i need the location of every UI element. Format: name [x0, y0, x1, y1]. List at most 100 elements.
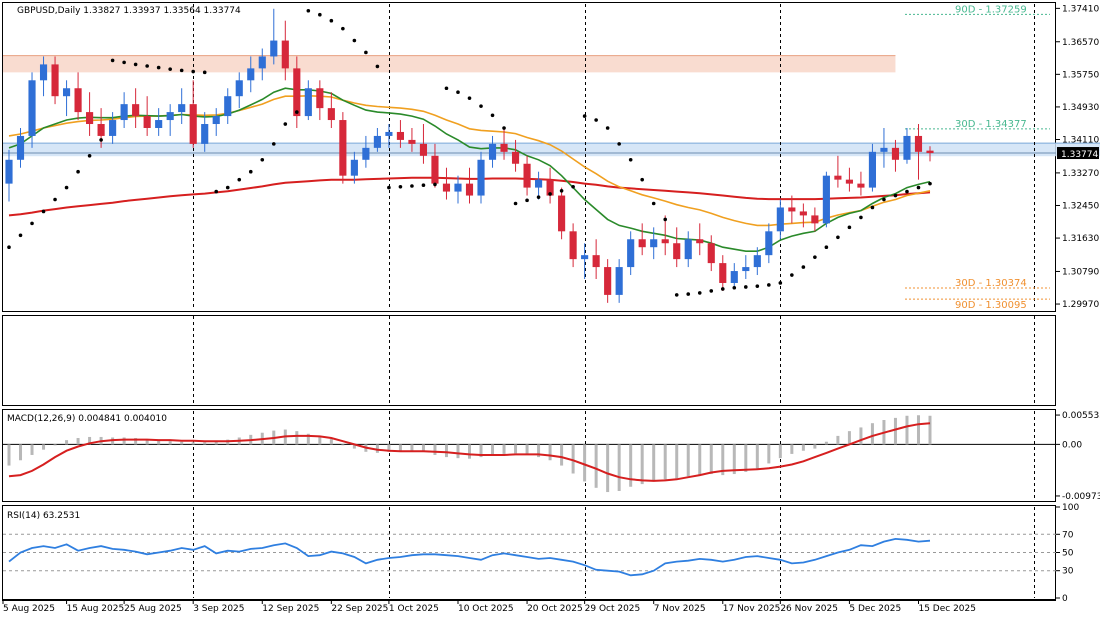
psar-dot — [421, 183, 426, 188]
macd-tick-label: -0.009737 — [1062, 492, 1100, 502]
bull-candle — [5, 159, 13, 184]
bear-candle — [74, 88, 82, 113]
macd-title: MACD(12,26,9) 0.004841 0.004010 — [7, 414, 167, 424]
macd-histogram-bar — [433, 444, 437, 455]
symbol-ohlc-label: GBPUSD,Daily 1.33827 1.33937 1.33564 1.3… — [17, 6, 241, 16]
macd-histogram-bar — [491, 444, 495, 455]
psar-dot — [225, 185, 230, 190]
bear-candle — [857, 183, 865, 188]
macd-histogram-bar — [468, 444, 471, 459]
bear-candle — [891, 147, 900, 160]
psar-dot — [801, 265, 806, 269]
psar-dot — [110, 58, 115, 63]
psar-dot — [202, 70, 207, 75]
psar-dot — [364, 50, 368, 55]
psar-dot — [306, 8, 311, 13]
price-tick-label: 1.34930 — [1062, 103, 1099, 113]
bear-candle — [143, 116, 151, 128]
psar-dot — [916, 185, 921, 190]
bull-candle — [615, 267, 623, 295]
bear-candle — [293, 68, 301, 117]
psar-dot — [191, 69, 195, 74]
date-tick-label: 5 Aug 2025 — [3, 604, 55, 614]
bull-candle — [362, 147, 370, 160]
psar-dot — [582, 114, 587, 118]
bear-candle — [788, 207, 796, 212]
bear-candle — [638, 239, 646, 248]
macd-histogram-bar — [698, 444, 702, 476]
macd-histogram-bar — [709, 444, 713, 475]
macd-histogram-bar — [191, 442, 195, 445]
price-tick-label: 1.37410 — [1062, 4, 1099, 14]
bull-candle — [454, 183, 462, 192]
psar-dot — [559, 188, 564, 193]
psar-dot — [387, 185, 391, 190]
bull-candle — [304, 88, 312, 117]
psar-dot — [813, 255, 817, 259]
price-tick-label: 1.33270 — [1062, 169, 1099, 179]
bear-candle — [408, 139, 416, 144]
date-tick-label: 1 Oct 2025 — [389, 604, 439, 614]
macd-histogram-bar — [122, 437, 126, 445]
bull-candle — [109, 120, 117, 136]
bear-candle — [97, 124, 105, 136]
date-tick-label: 15 Aug 2025 — [67, 604, 125, 614]
macd-histogram-bar — [767, 444, 771, 464]
bull-candle — [39, 64, 48, 81]
macd-histogram-bar — [847, 431, 851, 445]
bull-candle — [477, 159, 485, 196]
psar-dot — [237, 177, 242, 182]
bull-candle — [166, 112, 174, 121]
psar-dot — [133, 62, 138, 67]
bear-candle — [558, 195, 566, 232]
psar-dot — [882, 197, 886, 202]
rsi-title: RSI(14) 63.2531 — [7, 511, 80, 521]
macd-histogram-bar — [571, 444, 575, 474]
psar-dot — [410, 184, 414, 188]
date-tick-label: 26 Nov 2025 — [780, 604, 838, 614]
macd-histogram-bar — [548, 444, 552, 461]
macd-histogram-bar — [606, 444, 610, 493]
macd-histogram-bar — [755, 444, 759, 469]
bear-candle — [189, 104, 197, 144]
bull-candle — [235, 80, 243, 97]
bull-candle — [201, 124, 209, 144]
macd-histogram-bar — [42, 444, 46, 450]
macd-histogram-bar — [583, 444, 587, 482]
psar-dot — [824, 245, 829, 250]
price-tick-label: 1.31630 — [1062, 234, 1099, 244]
date-tick-label: 20 Oct 2025 — [527, 604, 583, 614]
psar-dot — [341, 26, 345, 31]
bear-candle — [799, 211, 807, 216]
psar-dot — [41, 209, 46, 214]
psar-dot — [697, 291, 702, 295]
bull-candle — [535, 179, 543, 188]
psar-dot — [53, 197, 57, 202]
bear-candle — [132, 104, 140, 117]
macd-histogram-bar — [341, 444, 345, 446]
psar-dot — [295, 110, 299, 114]
macd-histogram-bar — [859, 427, 863, 445]
psar-dot — [456, 90, 460, 95]
macd-histogram-bar — [329, 439, 333, 445]
macd-histogram-bar — [295, 431, 299, 445]
price-tick-label: 1.29970 — [1062, 300, 1099, 310]
date-tick-label: 17 Nov 2025 — [723, 604, 781, 614]
bear-candle — [707, 243, 715, 264]
bear-candle — [431, 155, 439, 184]
bull-candle — [765, 231, 773, 256]
bear-candle — [316, 88, 324, 109]
psar-dot — [271, 142, 276, 146]
psar-dot — [318, 12, 322, 17]
bear-candle — [511, 151, 520, 164]
psar-dot — [790, 273, 794, 277]
bear-candle — [419, 143, 428, 156]
psar-dot — [490, 113, 495, 118]
date-tick-label: 7 Nov 2025 — [654, 604, 706, 614]
macd-histogram-bar — [53, 444, 57, 446]
macd-histogram-bar — [813, 444, 817, 449]
bull-candle — [822, 175, 830, 224]
macd-histogram-bar — [617, 444, 621, 491]
psar-dot — [168, 67, 172, 71]
bear-candle — [811, 215, 819, 224]
